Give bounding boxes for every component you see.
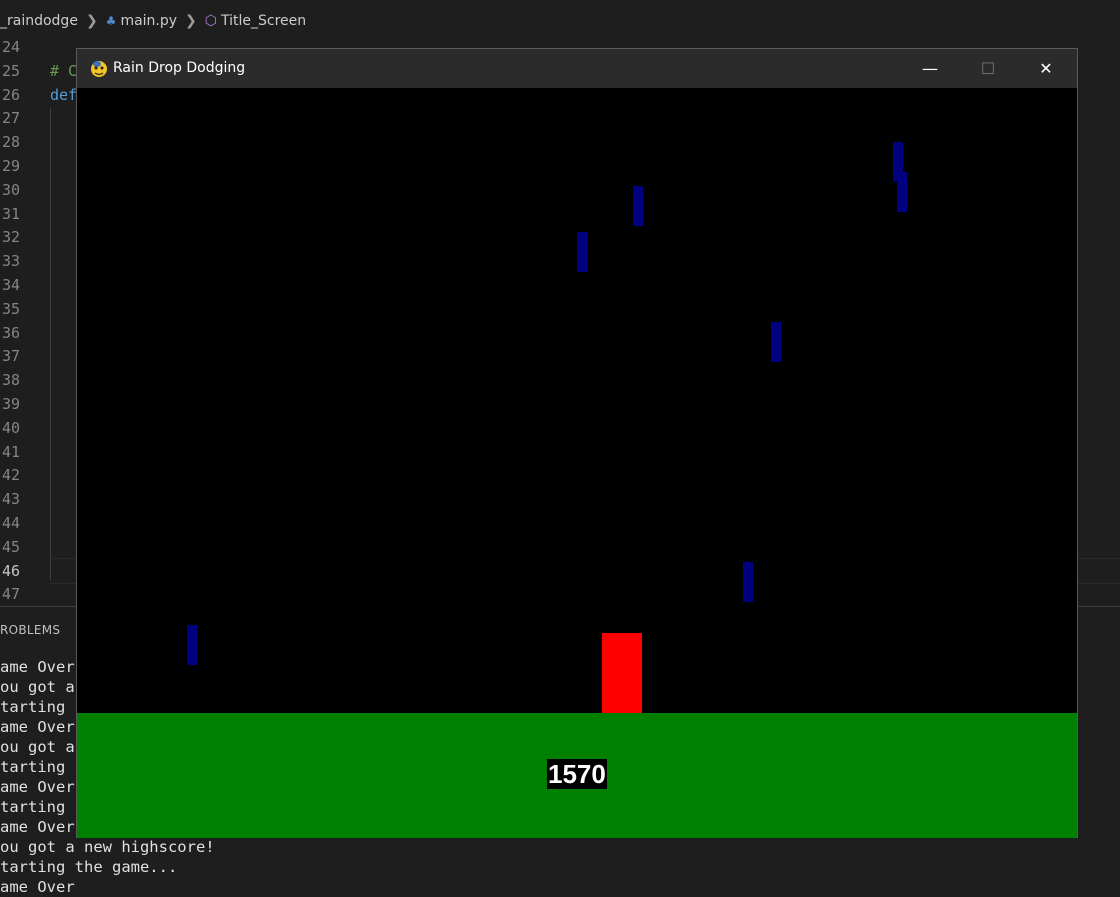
score-label: 1570 xyxy=(547,759,607,789)
code-text: def xyxy=(50,85,78,104)
tab-problems[interactable]: ROBLEMS xyxy=(0,623,60,637)
terminal-line: ou got a new highscore! xyxy=(0,838,215,856)
minimize-button[interactable]: — xyxy=(901,49,959,88)
window-title: Rain Drop Dodging xyxy=(113,60,246,76)
breadcrumb-folder[interactable]: _raindodge xyxy=(0,13,78,29)
line-number: 38 xyxy=(1,371,20,390)
line-number: 31 xyxy=(1,204,20,223)
line-number: 29 xyxy=(1,157,20,175)
line-number: 25 xyxy=(1,61,20,80)
line-number: 43 xyxy=(1,490,20,509)
line-number: 35 xyxy=(1,299,20,318)
game-window: Rain Drop Dodging — ☐ ✕ 1570 xyxy=(76,48,1078,838)
line-number: 45 xyxy=(1,537,20,556)
python-file-icon: ♣ xyxy=(105,14,117,28)
raindrop xyxy=(743,562,753,602)
line-number: 46 xyxy=(1,561,20,580)
code-text: # C xyxy=(50,61,78,80)
class-symbol-icon: ⬡ xyxy=(204,13,218,29)
window-titlebar[interactable]: Rain Drop Dodging — ☐ ✕ xyxy=(77,49,1077,88)
close-button[interactable]: ✕ xyxy=(1017,49,1075,88)
line-number: 44 xyxy=(1,514,20,532)
raindrop xyxy=(633,186,643,226)
indent-guide xyxy=(50,108,51,580)
raindrop xyxy=(771,322,781,362)
chevron-right-icon: ❯ xyxy=(85,13,98,29)
line-number: 40 xyxy=(1,418,20,437)
chevron-right-icon: ❯ xyxy=(185,13,197,29)
line-number: 27 xyxy=(1,109,20,128)
breadcrumb-symbol[interactable]: Title_Screen xyxy=(221,13,306,29)
line-number: 30 xyxy=(1,180,20,199)
breadcrumb-file[interactable]: main.py xyxy=(120,13,177,29)
player-block xyxy=(602,633,642,713)
line-number: 26 xyxy=(1,85,20,104)
terminal-line: tarting the game... xyxy=(0,858,178,876)
maximize-button[interactable]: ☐ xyxy=(959,49,1017,88)
breadcrumb: _raindodge ❯ ♣ main.py ❯ ⬡ Title_Screen xyxy=(0,0,1120,34)
line-number: 36 xyxy=(1,323,20,342)
raindrop xyxy=(577,232,587,272)
line-number: 37 xyxy=(1,347,20,366)
line-number: 24 xyxy=(1,38,20,56)
line-number: 28 xyxy=(1,133,20,152)
line-number: 32 xyxy=(1,228,20,247)
line-number: 42 xyxy=(1,466,20,485)
raindrop xyxy=(187,625,197,665)
raindrop xyxy=(897,172,907,212)
line-number: 33 xyxy=(1,252,20,271)
line-number: 41 xyxy=(1,442,20,461)
pygame-snake-icon xyxy=(91,61,107,77)
line-number: 47 xyxy=(1,585,20,604)
line-number: 34 xyxy=(1,276,20,294)
terminal-line: ame Over xyxy=(0,878,75,896)
line-number: 39 xyxy=(1,395,20,413)
game-canvas[interactable]: 1570 xyxy=(77,88,1077,838)
